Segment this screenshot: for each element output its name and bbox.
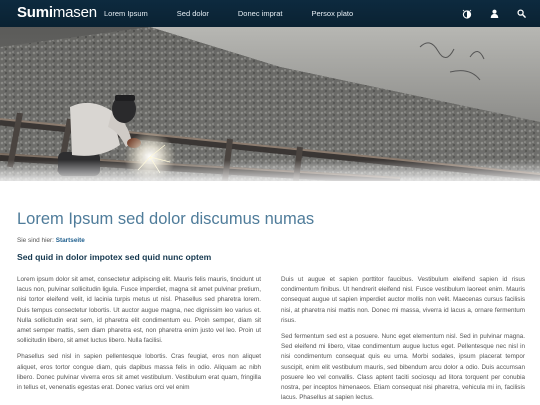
content-column-left: Lorem ipsum dolor sit amet, consectetur … <box>17 275 261 399</box>
content-column-right: Duis ut augue et sapien porttitor faucib… <box>281 275 525 405</box>
header-tools <box>462 0 526 27</box>
paragraph: Duis ut augue et sapien porttitor faucib… <box>281 276 525 324</box>
theme-toggle-icon[interactable] <box>462 9 472 19</box>
nav-item-donec-imprat[interactable]: Donec imprat <box>238 9 283 18</box>
nav-item-lorem-ipsum[interactable]: Lorem Ipsum <box>104 9 148 18</box>
section-subheading: Sed quid in dolor impotex sed quid nunc … <box>17 252 212 262</box>
breadcrumb: Sie sind hier: Startseite <box>17 237 85 244</box>
hero-image <box>0 27 540 181</box>
page-title: Lorem Ipsum sed dolor discumus numas <box>17 210 315 228</box>
hero-fade <box>0 160 540 186</box>
paragraph: Sed fermentum sed est a posuere. Nunc eg… <box>281 333 525 402</box>
nav-item-persox-plato[interactable]: Persox plato <box>312 9 354 18</box>
main-nav: Lorem Ipsum Sed dolor Donec imprat Perso… <box>104 0 382 27</box>
user-icon[interactable] <box>489 9 499 19</box>
site-logo[interactable]: Sumimasen <box>17 4 97 22</box>
paragraph: Lorem ipsum dolor sit amet, consectetur … <box>17 276 261 345</box>
search-icon[interactable] <box>516 9 526 19</box>
breadcrumb-link-home[interactable]: Startseite <box>56 237 85 244</box>
paragraph: Phasellus sed nisl in sapien pellentesqu… <box>17 353 261 392</box>
nav-item-sed-dolor[interactable]: Sed dolor <box>177 9 209 18</box>
top-navigation-bar: Sumimasen Lorem Ipsum Sed dolor Donec im… <box>0 0 540 27</box>
breadcrumb-prefix: Sie sind hier: <box>17 237 54 244</box>
